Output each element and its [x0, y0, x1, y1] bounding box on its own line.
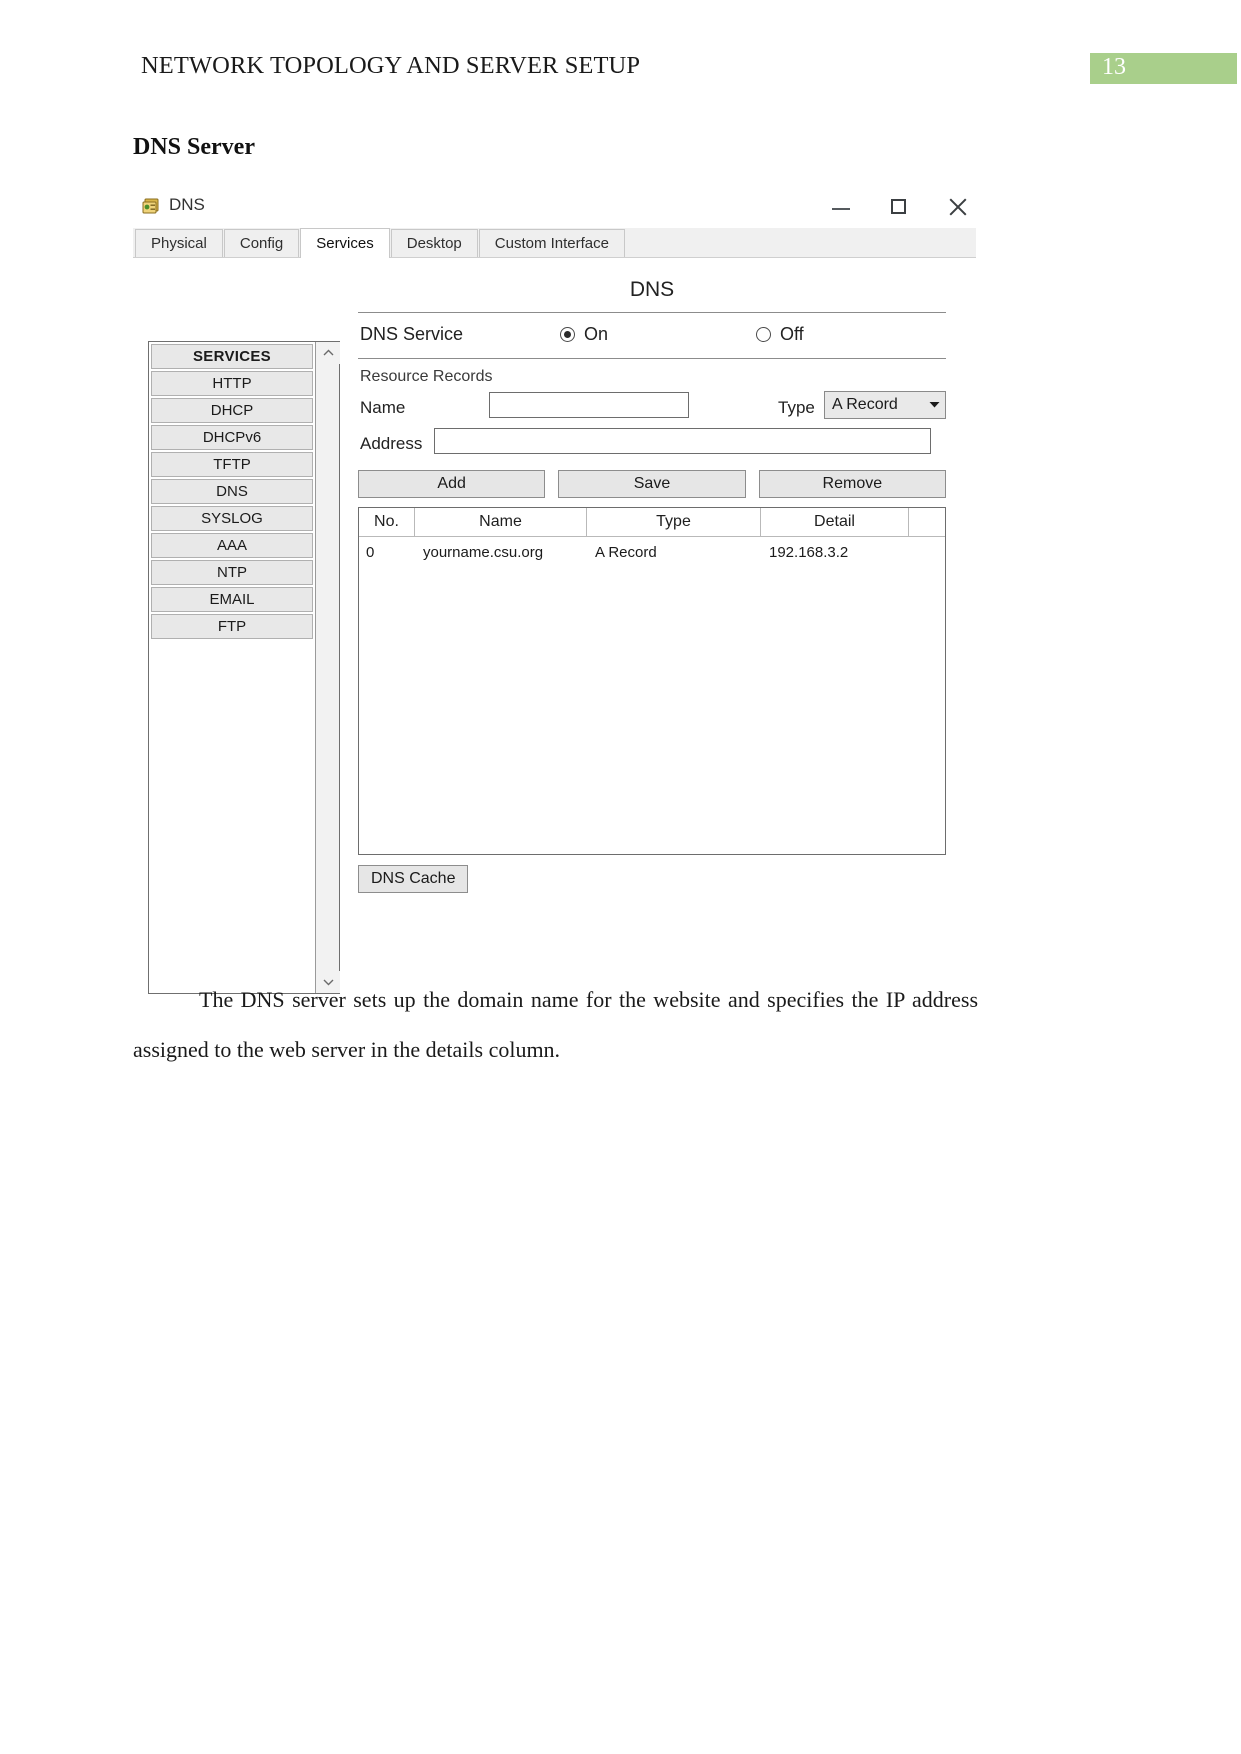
chevron-down-icon: [923, 400, 945, 411]
dns-config-pane: DNS DNS Service On Off Resource Records …: [358, 268, 946, 893]
body-paragraph: The DNS server sets up the domain name f…: [133, 987, 978, 1062]
add-button[interactable]: Add: [358, 470, 546, 498]
record-type-value: A Record: [832, 396, 898, 413]
sidebar-scrollbar[interactable]: [315, 342, 340, 993]
sidebar-item-email[interactable]: EMAIL: [151, 587, 313, 612]
sidebar-item-tftp[interactable]: TFTP: [151, 452, 313, 477]
address-label: Address: [360, 434, 423, 453]
name-field-row: Name Type A Record: [358, 390, 946, 426]
name-input[interactable]: [489, 392, 689, 418]
sidebar-item-http[interactable]: HTTP: [151, 371, 313, 396]
radio-off-label: Off: [780, 324, 804, 344]
window-body: SERVICES HTTP DHCP DHCPv6 TFTP DNS SYSLO…: [133, 258, 976, 994]
column-header-no[interactable]: No.: [359, 508, 415, 536]
cell-name: yourname.csu.org: [423, 543, 544, 561]
column-header-name[interactable]: Name: [415, 508, 587, 536]
services-list-header: SERVICES: [151, 344, 313, 369]
column-header-type[interactable]: Type: [587, 508, 761, 536]
tab-strip: Physical Config Services Desktop Custom …: [133, 228, 976, 258]
cell-no: 0: [366, 543, 375, 561]
tab-services[interactable]: Services: [300, 228, 390, 258]
minimize-icon[interactable]: [828, 194, 854, 220]
address-field-row: Address: [358, 426, 946, 462]
server-icon: [141, 196, 163, 216]
sidebar-item-ftp[interactable]: FTP: [151, 614, 313, 639]
window-title: DNS: [169, 195, 205, 214]
record-action-buttons: Add Save Remove: [358, 470, 946, 498]
chevron-up-icon[interactable]: [316, 342, 340, 364]
save-button[interactable]: Save: [558, 470, 746, 498]
radio-on-indicator: [560, 326, 575, 342]
tab-desktop[interactable]: Desktop: [390, 229, 478, 257]
dns-pane-title: DNS: [629, 278, 675, 301]
cell-type: A Record: [595, 543, 657, 561]
resource-records-table: No. Name Type Detail 0 yourname.csu.org …: [358, 507, 946, 855]
type-label: Type: [778, 398, 815, 417]
column-header-detail[interactable]: Detail: [761, 508, 909, 536]
services-sidebar: SERVICES HTTP DHCP DHCPv6 TFTP DNS SYSLO…: [148, 341, 340, 994]
sidebar-item-dhcpv6[interactable]: DHCPv6: [151, 425, 313, 450]
maximize-icon[interactable]: [886, 194, 912, 220]
tab-custom-interface[interactable]: Custom Interface: [478, 229, 625, 257]
page-number: 13: [1102, 54, 1126, 80]
radio-off-indicator: [756, 326, 771, 342]
sidebar-item-aaa[interactable]: AAA: [151, 533, 313, 558]
document-header: NETWORK TOPOLOGY AND SERVER SETUP 13: [0, 0, 1241, 100]
resource-records-title: Resource Records: [360, 368, 493, 385]
table-row[interactable]: 0 yourname.csu.org A Record 192.168.3.2: [359, 537, 945, 567]
remove-button[interactable]: Remove: [758, 470, 946, 498]
sidebar-item-ntp[interactable]: NTP: [151, 560, 313, 585]
services-list: SERVICES HTTP DHCP DHCPv6 TFTP DNS SYSLO…: [149, 342, 315, 993]
dns-service-on-radio[interactable]: On: [560, 325, 608, 343]
running-header-title: NETWORK TOPOLOGY AND SERVER SETUP: [141, 52, 641, 79]
record-type-select[interactable]: A Record: [824, 391, 946, 419]
sidebar-item-dns[interactable]: DNS: [151, 479, 313, 504]
table-header-row: No. Name Type Detail: [359, 508, 945, 537]
window-title-bar: DNS: [133, 186, 976, 228]
tab-physical[interactable]: Physical: [135, 229, 223, 257]
dns-service-off-radio[interactable]: Off: [756, 325, 804, 343]
name-label: Name: [360, 398, 406, 417]
dns-cache-row: DNS Cache: [358, 865, 946, 893]
address-input[interactable]: [434, 428, 931, 454]
dns-cache-button[interactable]: DNS Cache: [358, 865, 469, 893]
page-title: DNS Server: [133, 134, 255, 160]
radio-on-label: On: [584, 324, 609, 344]
dns-device-window: DNS Physical Config Services Desktop Cus…: [133, 186, 976, 994]
cell-detail: 192.168.3.2: [769, 543, 849, 561]
sidebar-item-syslog[interactable]: SYSLOG: [151, 506, 313, 531]
window-controls: [828, 186, 970, 228]
dns-service-label: DNS Service: [360, 324, 464, 344]
sidebar-item-dhcp[interactable]: DHCP: [151, 398, 313, 423]
dns-service-row: DNS Service On Off: [358, 313, 946, 358]
column-header-extra[interactable]: [909, 508, 945, 536]
close-icon[interactable]: [944, 194, 970, 220]
tab-config[interactable]: Config: [223, 229, 300, 257]
